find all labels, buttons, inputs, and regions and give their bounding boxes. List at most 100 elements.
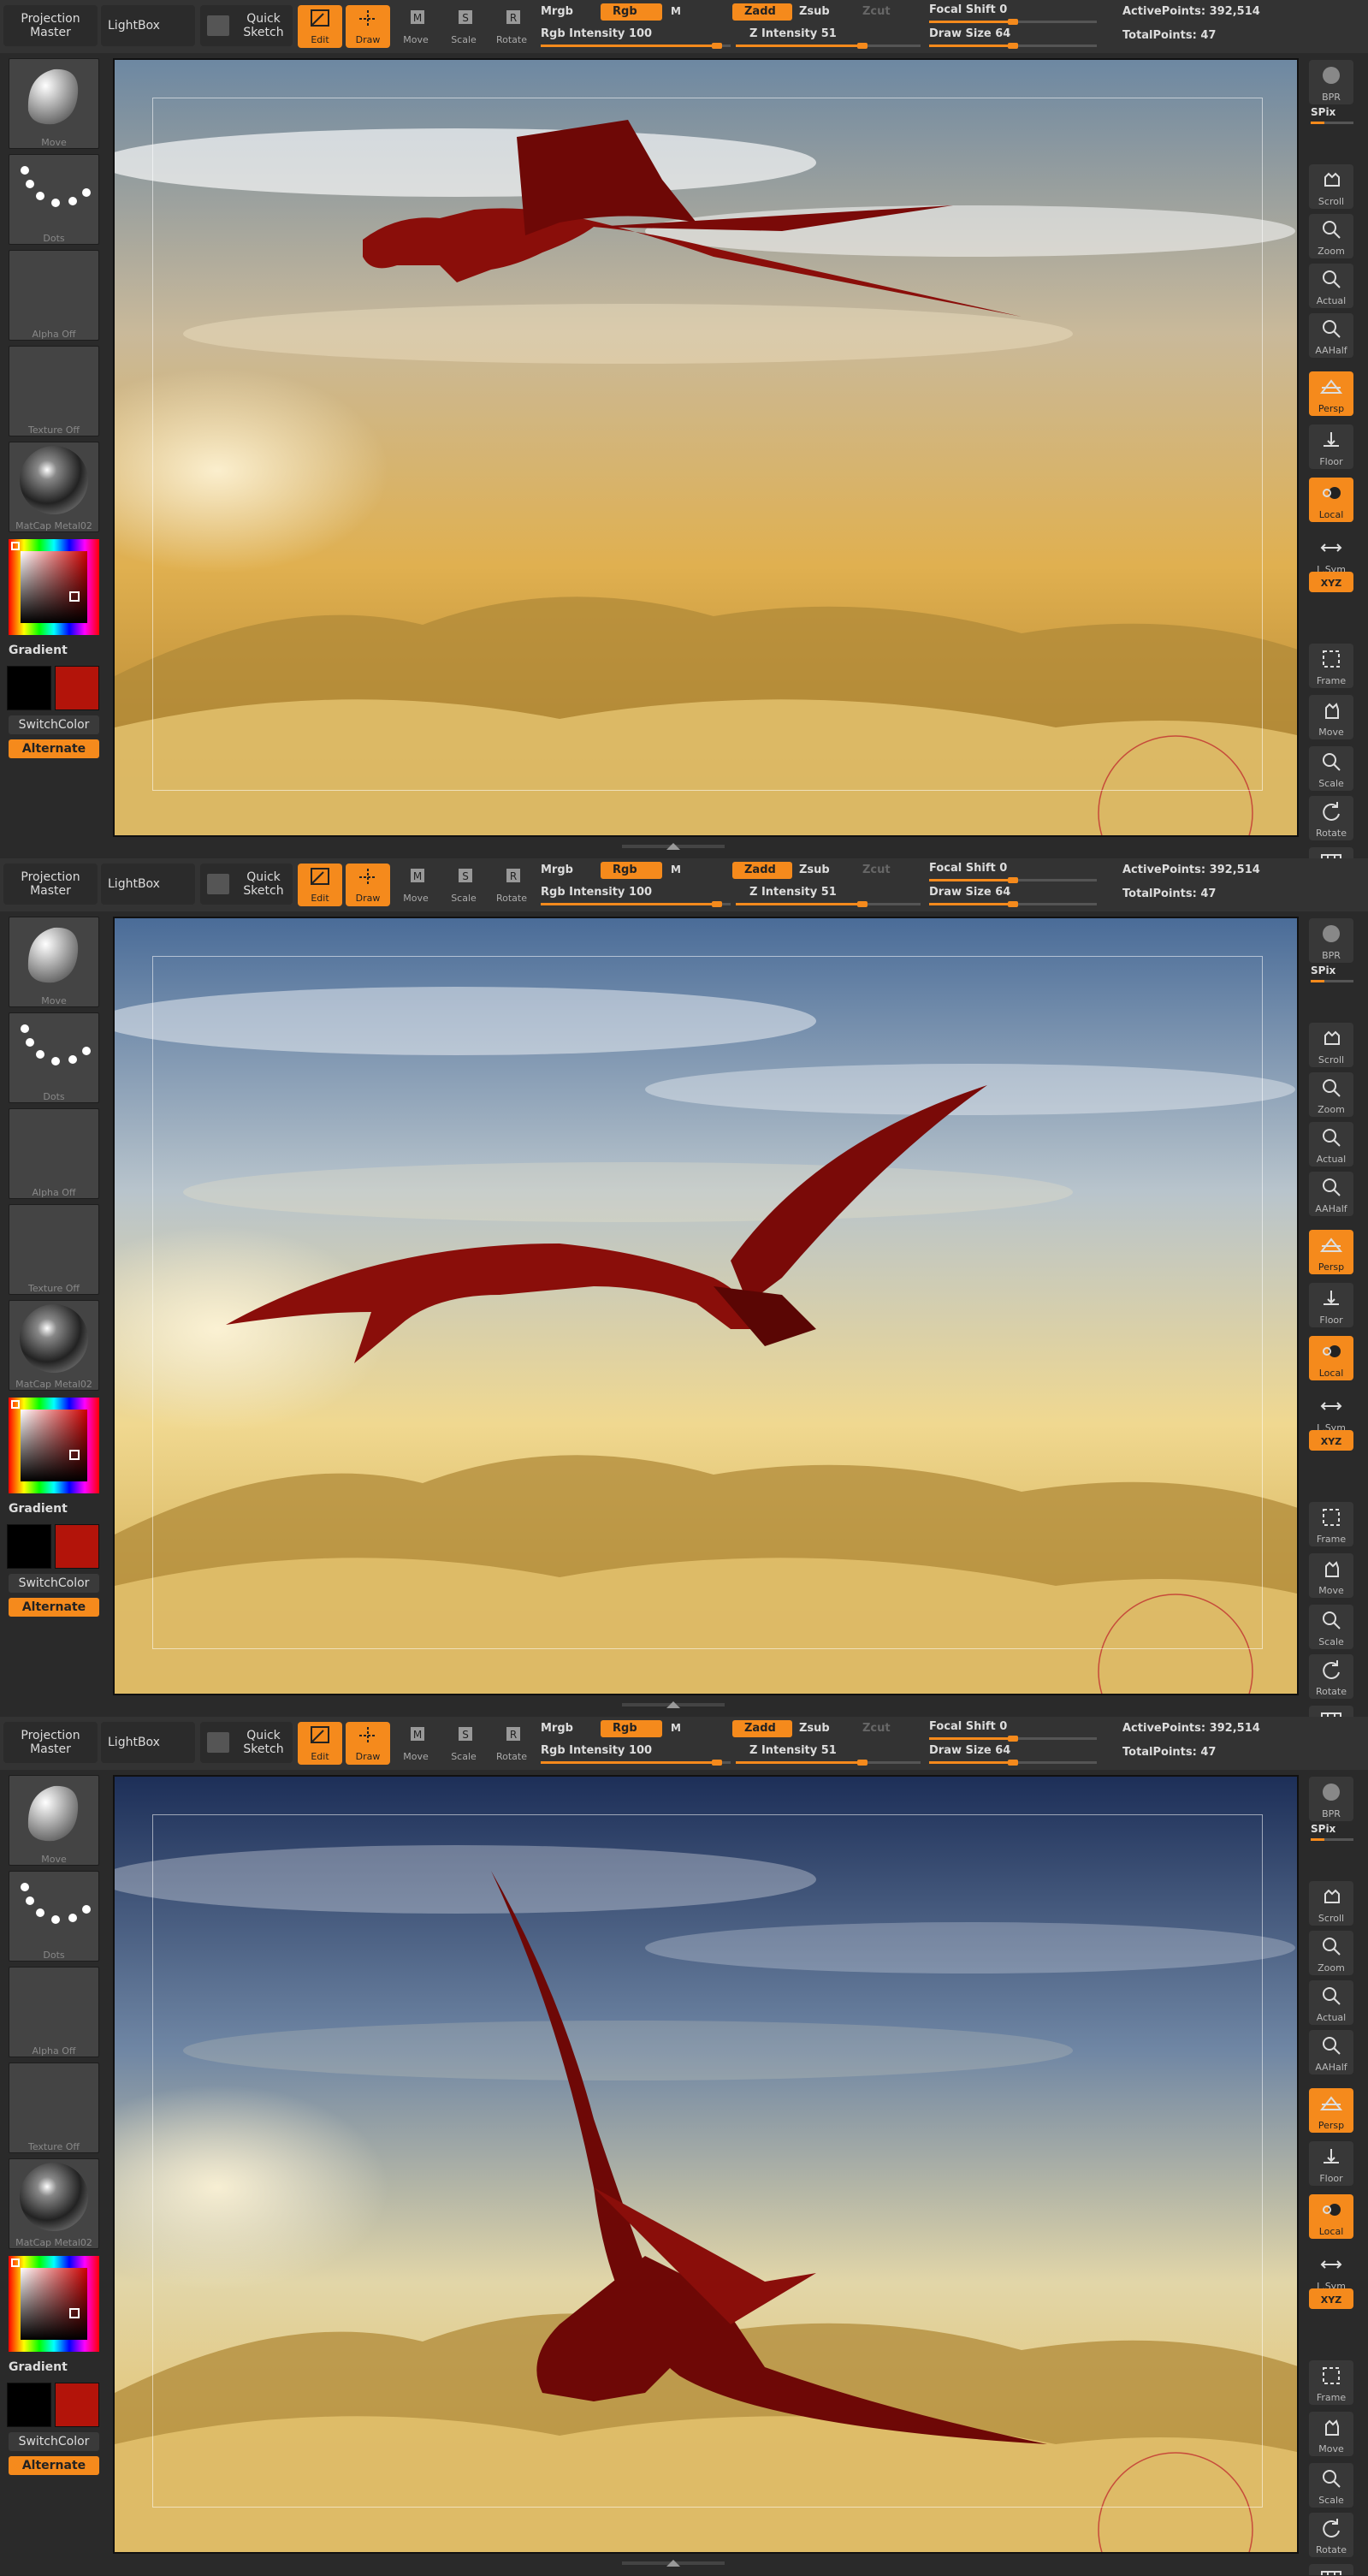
right-button-actual[interactable]: Actual	[1309, 1980, 1353, 2025]
right-button-scale[interactable]: Scale	[1309, 1605, 1353, 1649]
move-tool-button[interactable]: M Move	[394, 1722, 438, 1765]
rotate-tool-button[interactable]: R Rotate	[489, 5, 534, 48]
rgb-button[interactable]: Rgb	[601, 862, 662, 879]
right-button-aahalf[interactable]: AAHalf	[1309, 313, 1353, 358]
document-canvas[interactable]	[113, 1775, 1299, 2554]
right-button-local[interactable]: Local	[1309, 478, 1353, 522]
right-button-xyz[interactable]: XYZ	[1309, 572, 1353, 592]
right-button-rotate[interactable]: Rotate	[1309, 796, 1353, 840]
main-color-swatch[interactable]	[7, 2383, 51, 2427]
focal-shift-slider[interactable]	[929, 877, 1097, 883]
right-button-local[interactable]: Local	[1309, 1336, 1353, 1380]
quick-sketch-button[interactable]: Quick Sketch	[200, 1722, 293, 1763]
expand-arrow-icon[interactable]	[622, 2559, 725, 2567]
gradient-label[interactable]: Gradient	[9, 1502, 68, 1516]
document-canvas[interactable]	[113, 917, 1299, 1695]
spix-slider[interactable]	[1311, 122, 1353, 124]
gradient-label[interactable]: Gradient	[9, 644, 68, 657]
right-button-polyf[interactable]: PolyF	[1309, 847, 1353, 858]
right-button-scale[interactable]: Scale	[1309, 746, 1353, 791]
texture-thumbnail[interactable]: Texture Off	[9, 2063, 99, 2153]
zcut-button[interactable]: Zcut	[862, 1722, 891, 1735]
right-button-move[interactable]: Move	[1309, 695, 1353, 739]
texture-thumbnail[interactable]: Texture Off	[9, 1204, 99, 1295]
projection-master-button[interactable]: Projection Master	[3, 1722, 98, 1763]
gradient-label[interactable]: Gradient	[9, 2360, 68, 2374]
secondary-color-swatch[interactable]	[55, 2383, 99, 2427]
right-button-scroll[interactable]: Scroll	[1309, 1023, 1353, 1067]
document-canvas[interactable]	[113, 58, 1299, 837]
stroke-thumbnail[interactable]: Dots	[9, 1871, 99, 1962]
alpha-thumbnail[interactable]: Alpha Off	[9, 1108, 99, 1199]
draw-size-slider[interactable]	[929, 901, 1097, 907]
spix-label[interactable]: SPix	[1311, 106, 1335, 118]
draw-button[interactable]: Draw	[346, 1722, 390, 1765]
mrgb-button[interactable]: Mrgb	[541, 5, 573, 18]
right-button-floor[interactable]: Floor	[1309, 424, 1353, 469]
right-button-lsym[interactable]: L.Sym	[1309, 2249, 1353, 2294]
mrgb-button[interactable]: Mrgb	[541, 1722, 573, 1735]
right-button-aahalf[interactable]: AAHalf	[1309, 2030, 1353, 2074]
switch-color-button[interactable]: SwitchColor	[9, 2432, 99, 2451]
zcut-button[interactable]: Zcut	[862, 5, 891, 18]
right-button-xyz[interactable]: XYZ	[1309, 2288, 1353, 2309]
spix-label[interactable]: SPix	[1311, 965, 1335, 976]
draw-button[interactable]: Draw	[346, 5, 390, 48]
lightbox-button[interactable]: LightBox	[101, 864, 195, 905]
right-button-lsym[interactable]: L.Sym	[1309, 532, 1353, 577]
focal-shift-slider[interactable]	[929, 1736, 1097, 1742]
right-button-zoom[interactable]: Zoom	[1309, 1931, 1353, 1975]
main-color-swatch[interactable]	[7, 666, 51, 710]
material-thumbnail[interactable]: MatCap Metal02	[9, 1300, 99, 1391]
alpha-thumbnail[interactable]: Alpha Off	[9, 250, 99, 341]
move-tool-button[interactable]: M Move	[394, 5, 438, 48]
quick-sketch-button[interactable]: Quick Sketch	[200, 5, 293, 46]
draw-size-slider[interactable]	[929, 1760, 1097, 1766]
stroke-thumbnail[interactable]: Dots	[9, 154, 99, 245]
m-button[interactable]: M	[671, 1722, 681, 1734]
right-button-scroll[interactable]: Scroll	[1309, 164, 1353, 209]
rgb-intensity-slider[interactable]	[541, 43, 731, 49]
right-button-frame[interactable]: Frame	[1309, 644, 1353, 688]
right-button-bpr[interactable]: BPR	[1309, 1777, 1353, 1821]
focal-shift-slider[interactable]	[929, 19, 1097, 25]
projection-master-button[interactable]: Projection Master	[3, 5, 98, 46]
right-button-actual[interactable]: Actual	[1309, 1122, 1353, 1166]
rotate-tool-button[interactable]: R Rotate	[489, 1722, 534, 1765]
right-button-frame[interactable]: Frame	[1309, 1502, 1353, 1546]
rgb-button[interactable]: Rgb	[601, 3, 662, 21]
right-button-persp[interactable]: Persp	[1309, 371, 1353, 416]
right-button-persp[interactable]: Persp	[1309, 1230, 1353, 1274]
color-picker[interactable]	[9, 1398, 99, 1493]
right-button-scroll[interactable]: Scroll	[1309, 1881, 1353, 1926]
brush-thumbnail[interactable]: Move	[9, 917, 99, 1007]
expand-arrow-icon[interactable]	[622, 842, 725, 851]
scale-tool-button[interactable]: S Scale	[441, 5, 486, 48]
right-button-xyz[interactable]: XYZ	[1309, 1430, 1353, 1451]
secondary-color-swatch[interactable]	[55, 666, 99, 710]
alternate-button[interactable]: Alternate	[9, 739, 99, 758]
draw-button[interactable]: Draw	[346, 864, 390, 906]
zadd-button[interactable]: Zadd	[732, 862, 792, 879]
right-button-zoom[interactable]: Zoom	[1309, 1072, 1353, 1117]
main-color-swatch[interactable]	[7, 1524, 51, 1569]
right-button-frame[interactable]: Frame	[1309, 2360, 1353, 2405]
stroke-thumbnail[interactable]: Dots	[9, 1012, 99, 1103]
right-button-actual[interactable]: Actual	[1309, 264, 1353, 308]
right-button-persp[interactable]: Persp	[1309, 2088, 1353, 2133]
material-thumbnail[interactable]: MatCap Metal02	[9, 2158, 99, 2249]
right-button-floor[interactable]: Floor	[1309, 2141, 1353, 2186]
right-button-polyf[interactable]: PolyF	[1309, 1706, 1353, 1717]
brush-thumbnail[interactable]: Move	[9, 58, 99, 149]
alpha-thumbnail[interactable]: Alpha Off	[9, 1967, 99, 2057]
mrgb-button[interactable]: Mrgb	[541, 864, 573, 876]
right-button-move[interactable]: Move	[1309, 1553, 1353, 1598]
color-picker[interactable]	[9, 539, 99, 635]
zadd-button[interactable]: Zadd	[732, 3, 792, 21]
z-intensity-slider[interactable]	[736, 901, 921, 907]
right-button-rotate[interactable]: Rotate	[1309, 1654, 1353, 1699]
zsub-button[interactable]: Zsub	[799, 5, 830, 18]
right-button-polyf[interactable]: PolyF	[1309, 2564, 1353, 2575]
right-button-bpr[interactable]: BPR	[1309, 918, 1353, 963]
scale-tool-button[interactable]: S Scale	[441, 1722, 486, 1765]
